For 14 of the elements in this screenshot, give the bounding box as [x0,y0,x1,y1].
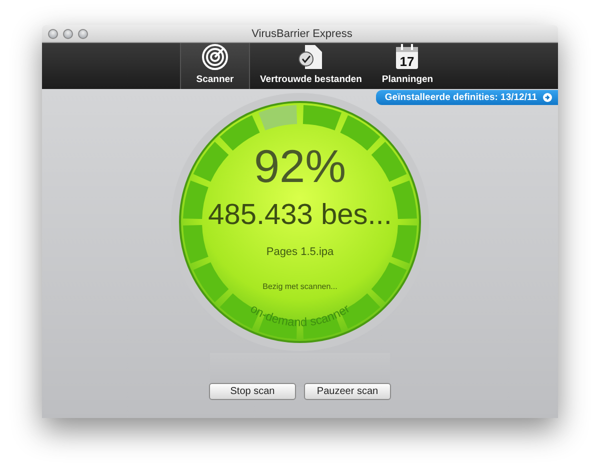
progress-percent: 92% [254,139,346,193]
window-title: VirusBarrier Express [252,28,352,40]
document-check-icon [296,43,325,71]
scan-status: Bezig met scannen... [262,282,338,291]
engine-label: on-demand scanner [248,301,352,330]
radar-icon [201,43,229,71]
toolbar-tab[interactable]: 17 Planningen [372,43,444,89]
current-file: Pages 1.5.ipa [266,246,334,258]
scan-button[interactable]: Stop scan [209,383,296,400]
arrow-icon [543,93,552,102]
toolbar-tab[interactable]: Vertrouwde bestanden [250,43,372,89]
scan-button[interactable]: Pauzeer scan [304,383,391,400]
file-count: 485.433 bes... [208,199,392,232]
toolbar-tab[interactable]: Scanner [180,43,250,89]
